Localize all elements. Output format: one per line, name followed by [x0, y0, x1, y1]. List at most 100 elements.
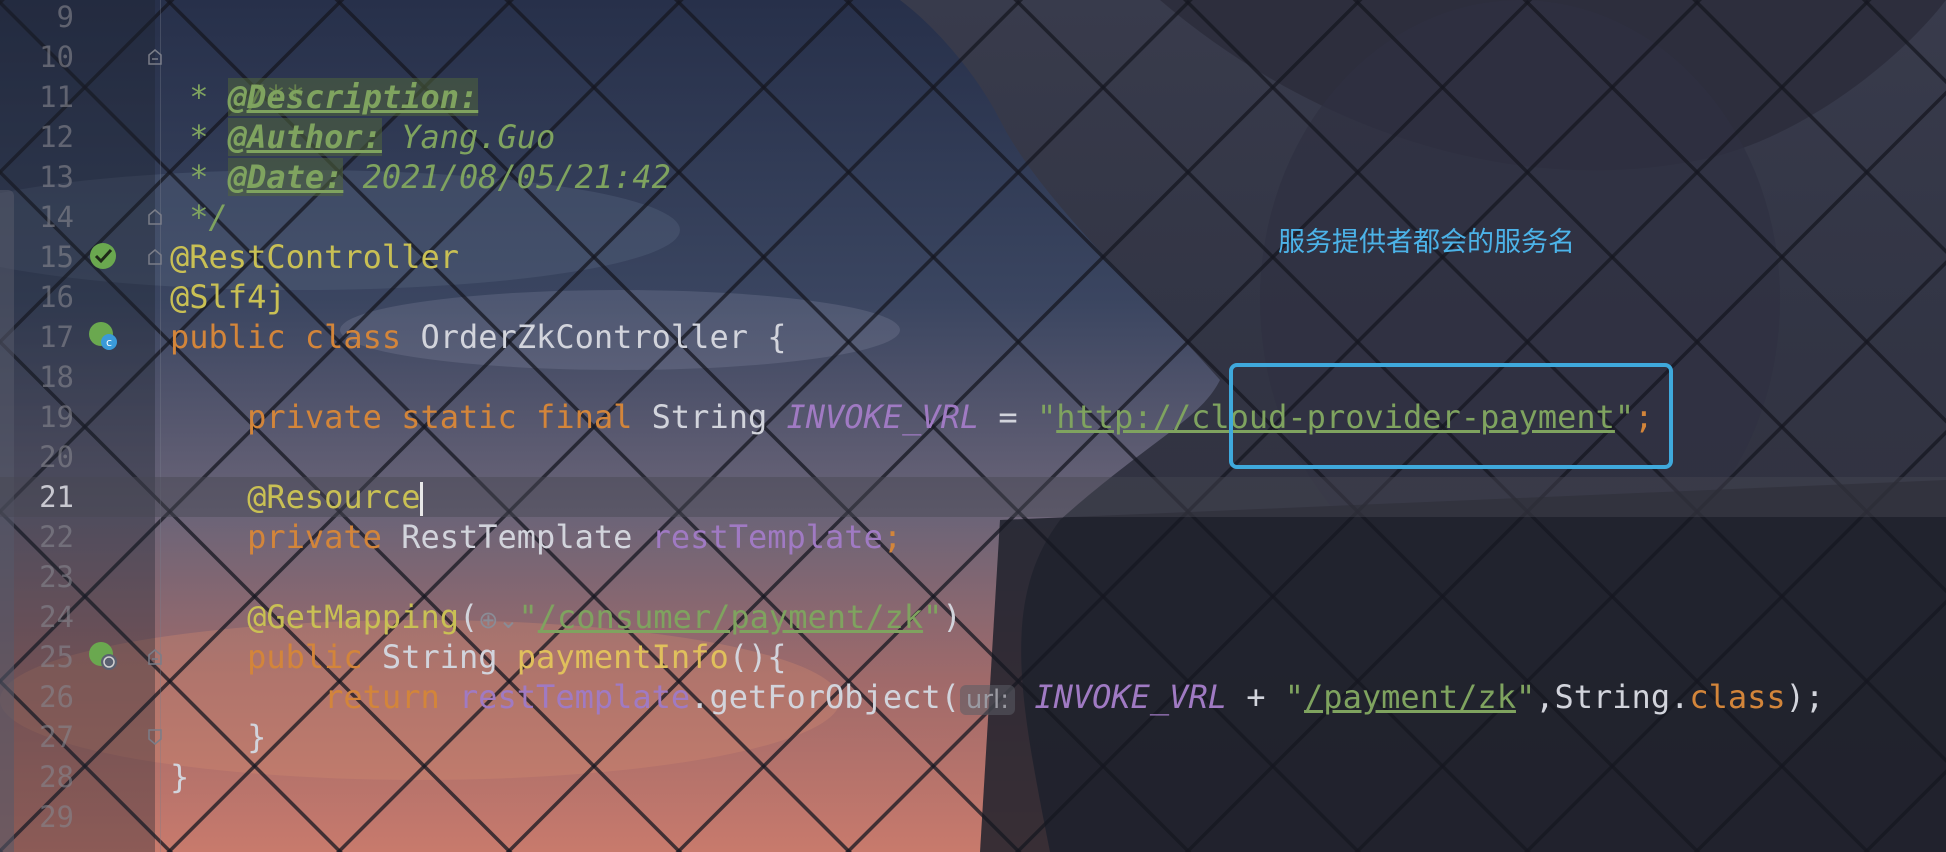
text-caret [420, 482, 424, 516]
fold-marker-icon[interactable] [147, 729, 163, 745]
annotation: @Slf4j [170, 278, 286, 316]
line-number: 19 [39, 400, 74, 434]
paren: ) [942, 598, 962, 636]
line-number: 25 [39, 640, 74, 674]
line-number: 27 [39, 720, 74, 754]
line-number: 12 [39, 120, 74, 154]
code-line-12: * @Author: Yang.Guo [170, 117, 555, 157]
code-line-24: @GetMapping(⊕⌄"/consumer/payment/zk") [170, 597, 962, 640]
line-number: 24 [39, 600, 74, 634]
keyword: class [1689, 678, 1786, 716]
code-line-14: */ [170, 197, 228, 237]
spring-controller-icon[interactable]: c [88, 321, 118, 351]
string-quote: " [1284, 678, 1305, 716]
javadoc-close: */ [170, 198, 228, 236]
code-line-13: * @Date: 2021/08/05/21:42 [170, 157, 671, 197]
string-quote: " [518, 598, 538, 636]
call-close: ); [1785, 678, 1825, 716]
method-signature: (){ [728, 638, 787, 676]
javadoc-tag: @Description: [227, 78, 479, 116]
line-number: 22 [39, 520, 74, 554]
type-name: String [632, 398, 787, 436]
annotation: @GetMapping [247, 598, 459, 636]
paren: ( [458, 598, 479, 636]
string-quote: " [1036, 398, 1057, 436]
fold-marker-icon[interactable] [147, 209, 163, 225]
highlight-box [1229, 363, 1673, 469]
closing-brace: } [170, 758, 190, 796]
argument-text: ,String. [1535, 678, 1690, 716]
line-number: 26 [39, 680, 74, 714]
spring-bean-icon[interactable] [88, 241, 118, 271]
fold-marker-icon[interactable] [147, 249, 163, 265]
left-scroll-strip[interactable] [0, 190, 14, 852]
line-number: 11 [39, 80, 74, 114]
keyword: return [324, 678, 440, 716]
path-string[interactable]: /payment/zk [1304, 678, 1516, 716]
method-call: .getForObject( [690, 678, 960, 716]
line-number: 29 [39, 800, 74, 834]
code-line-11: * @Description: [170, 77, 479, 117]
annotation-note: 服务提供者都会的服务名 [1278, 227, 1575, 258]
line-number: 18 [39, 360, 74, 394]
javadoc-value: 2021/08/05/21:42 [343, 158, 671, 196]
type-name: String [362, 638, 517, 676]
javadoc-prefix: * [170, 158, 228, 196]
globe-icon[interactable]: ⊕⌄ [478, 606, 518, 634]
operator: = [979, 398, 1037, 436]
annotation: @Resource [247, 478, 421, 516]
javadoc-tag: @Date: [227, 158, 344, 196]
constant-name: INVOKE_VRL [1034, 678, 1227, 716]
line-number: 23 [39, 560, 74, 594]
line-number: 28 [39, 760, 74, 794]
line-number: 15 [39, 240, 74, 274]
fold-marker-icon[interactable] [147, 649, 163, 665]
keyword: private static final [247, 398, 633, 436]
code-line-16: @Slf4j [170, 277, 286, 317]
code-line-26: return restTemplate.getForObject(url: IN… [170, 677, 1824, 720]
keyword: class [285, 318, 402, 356]
type-name: RestTemplate [381, 518, 652, 556]
javadoc-prefix: * [170, 118, 228, 156]
code-editor[interactable]: 9 10 11 12 13 14 15 16 17 18 19 20 21 22… [0, 0, 1946, 852]
constant-name: INVOKE_VRL [786, 398, 980, 436]
operator: + [1226, 678, 1285, 716]
string-quote: " [923, 598, 943, 636]
fold-marker-icon[interactable] [147, 49, 163, 65]
line-number: 9 [56, 0, 74, 34]
method-name: paymentInfo [516, 638, 729, 676]
web-endpoint-icon[interactable] [88, 641, 118, 671]
code-line-15: @RestController [170, 237, 459, 277]
keyword: public [170, 318, 286, 356]
line-number: 16 [39, 280, 74, 314]
parameter-hint: url: [959, 685, 1016, 715]
field-name: restTemplate [651, 518, 883, 556]
line-number: 14 [39, 200, 74, 234]
class-declaration: OrderZkController { [401, 318, 787, 356]
gutter-separator [160, 0, 161, 852]
mapping-path[interactable]: /consumer/payment/zk [538, 598, 923, 636]
line-number-active: 21 [39, 480, 74, 514]
code-line-17: public class OrderZkController { [170, 317, 787, 357]
string-quote: " [1515, 678, 1536, 716]
field-name: restTemplate [458, 678, 691, 716]
line-number: 10 [39, 40, 74, 74]
code-line-28: } [170, 757, 189, 797]
javadoc-value: Yang.Guo [381, 118, 556, 156]
keyword: private [247, 518, 382, 556]
svg-text:c: c [106, 336, 112, 349]
code-line-25: public String paymentInfo(){ [170, 637, 787, 677]
semicolon: ; [882, 518, 903, 556]
code-line-21: @Resource [170, 477, 424, 517]
closing-brace: } [170, 718, 267, 756]
code-line-22: private RestTemplate restTemplate; [170, 517, 902, 557]
line-number: 20 [39, 440, 74, 474]
code-line-27: } [170, 717, 266, 757]
